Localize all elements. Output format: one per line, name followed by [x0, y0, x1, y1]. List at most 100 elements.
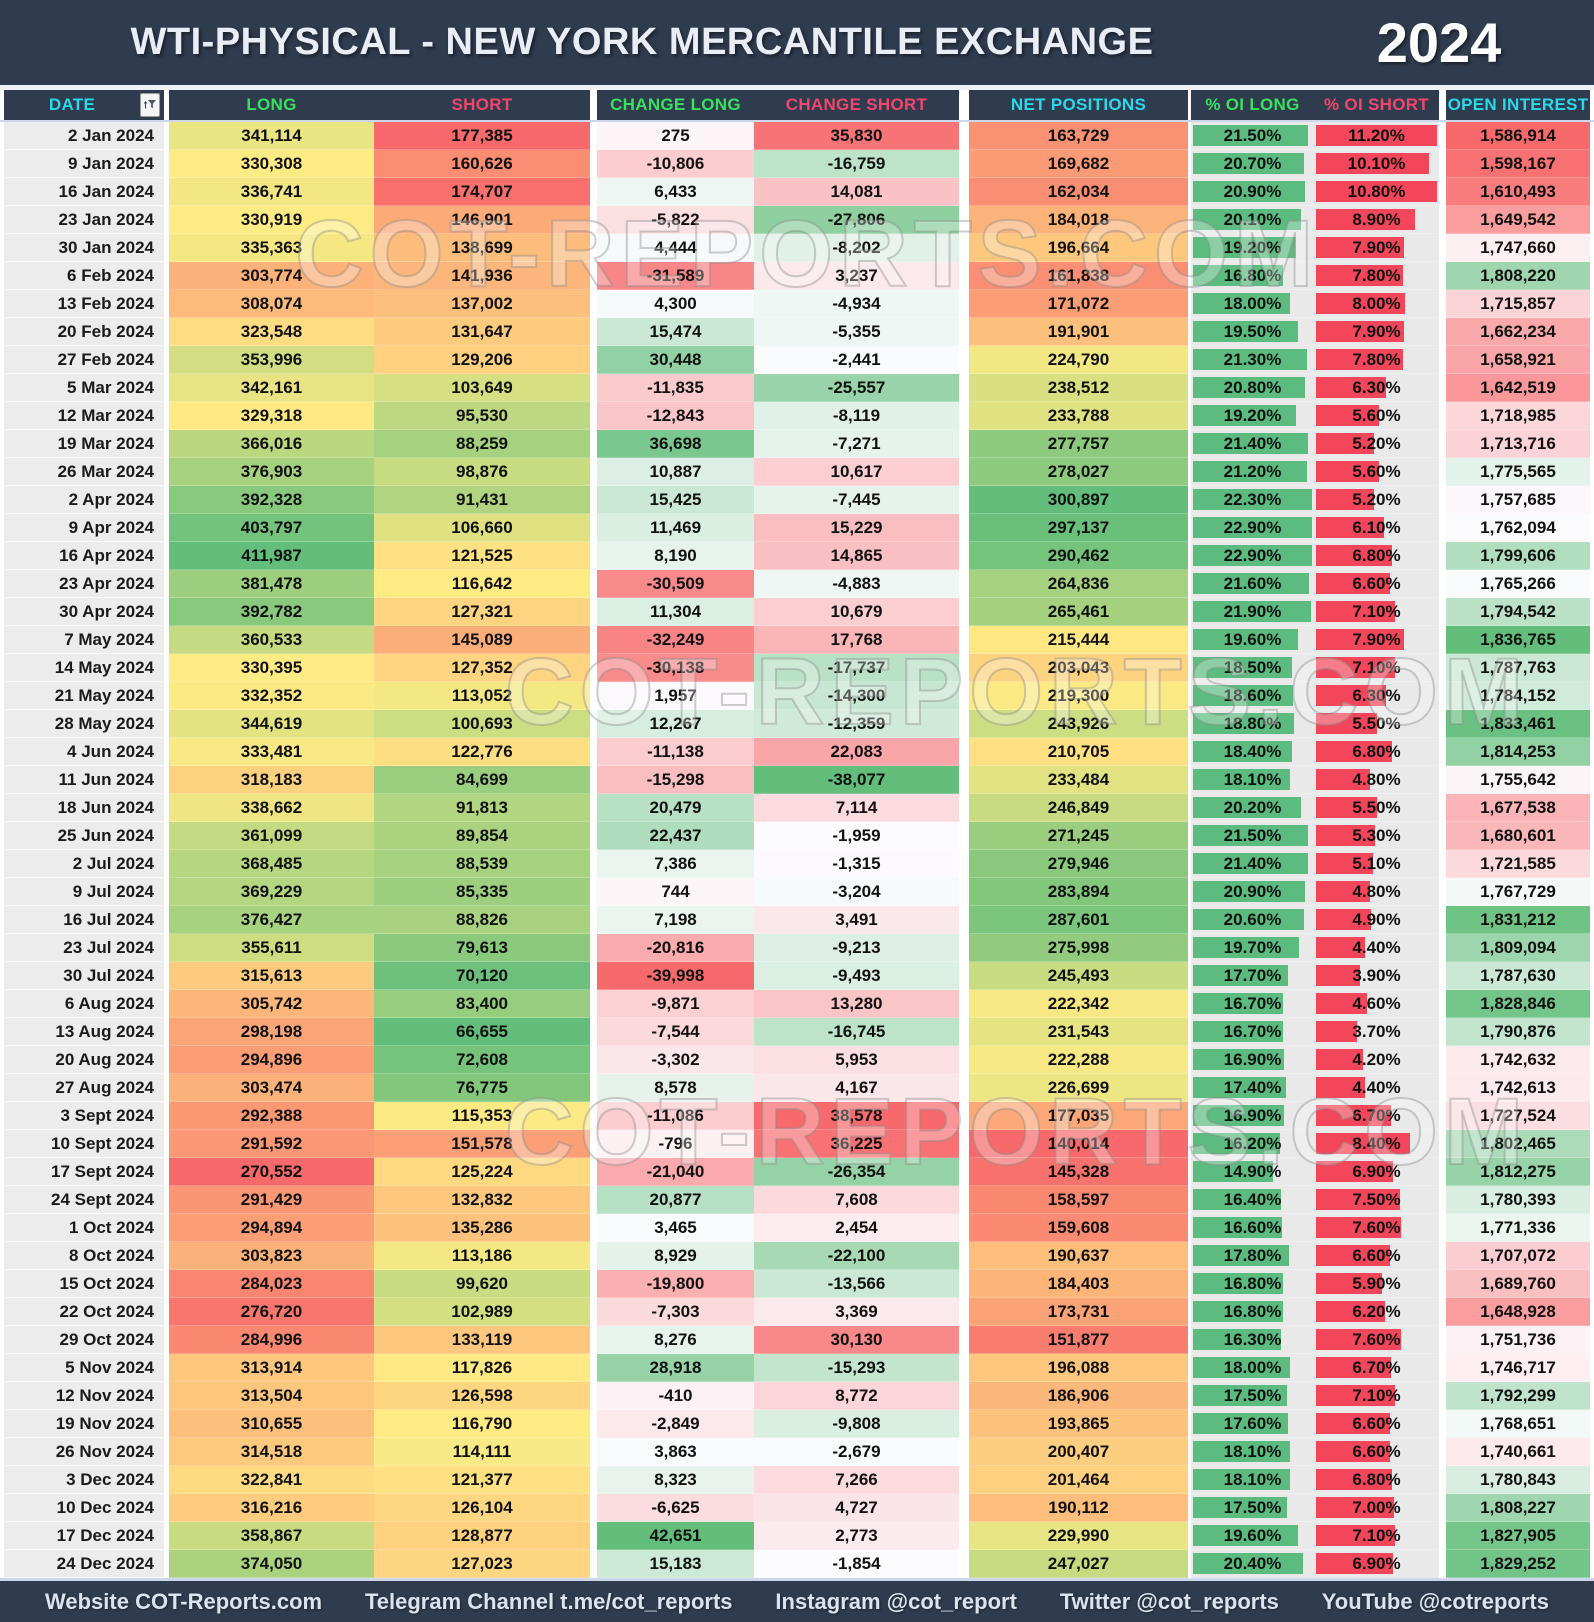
cell-change-long: 7,198: [597, 906, 754, 934]
cell-open-interest: 1,768,651: [1446, 1410, 1590, 1438]
cell-oi-long: 18.10%: [1191, 766, 1314, 794]
cell-change-short: -22,100: [754, 1242, 959, 1270]
column-gap: [590, 626, 597, 654]
cell-change-short: 8,772: [754, 1382, 959, 1410]
footer-telegram[interactable]: Telegram Channel t.me/cot_reports: [365, 1589, 733, 1615]
cell-date: 28 May 2024: [4, 710, 164, 738]
cell-short: 102,989: [374, 1298, 590, 1326]
cell-net-positions: 201,464: [969, 1466, 1188, 1494]
table-row: 1 Oct 2024 294,894 135,286 3,465 2,454 159,60…: [0, 1214, 1594, 1242]
cell-oi-short: 4.60%: [1314, 990, 1439, 1018]
cell-change-short: -7,271: [754, 430, 959, 458]
cell-long: 314,518: [169, 1438, 374, 1466]
cell-date: 17 Sept 2024: [4, 1158, 164, 1186]
cell-oi-long: 22.90%: [1191, 514, 1314, 542]
cell-open-interest: 1,765,266: [1446, 570, 1590, 598]
cell-oi-short: 7.10%: [1314, 654, 1439, 682]
footer-twitter[interactable]: Twitter @cot_reports: [1060, 1589, 1279, 1615]
cell-date: 2 Jul 2024: [4, 850, 164, 878]
cell-long: 360,533: [169, 626, 374, 654]
column-gap: [959, 1046, 969, 1074]
cell-open-interest: 1,802,465: [1446, 1130, 1590, 1158]
cell-change-long: 22,437: [597, 822, 754, 850]
cell-oi-long: 16.80%: [1191, 1298, 1314, 1326]
cell-open-interest: 1,746,717: [1446, 1354, 1590, 1382]
cell-net-positions: 210,705: [969, 738, 1188, 766]
cell-oi-short: 7.00%: [1314, 1494, 1439, 1522]
cell-change-long: -12,843: [597, 402, 754, 430]
cell-net-positions: 224,790: [969, 346, 1188, 374]
cell-long: 355,611: [169, 934, 374, 962]
table-row: 3 Sept 2024 292,388 115,353 -11,086 38,578 17…: [0, 1102, 1594, 1130]
column-gap: [590, 906, 597, 934]
footer-instagram[interactable]: Instagram @cot_report: [775, 1589, 1017, 1615]
column-gap: [590, 402, 597, 430]
column-gap: [959, 1102, 969, 1130]
table-row: 24 Dec 2024 374,050 127,023 15,183 -1,854 247…: [0, 1550, 1594, 1578]
footer-website[interactable]: Website COT-Reports.com: [45, 1589, 322, 1615]
cell-net-positions: 279,946: [969, 850, 1188, 878]
cell-date: 27 Feb 2024: [4, 346, 164, 374]
column-gap: [959, 626, 969, 654]
cell-net-positions: 297,137: [969, 514, 1188, 542]
cell-open-interest: 1,610,493: [1446, 178, 1590, 206]
cell-short: 95,530: [374, 402, 590, 430]
cell-change-short: 10,617: [754, 458, 959, 486]
cell-oi-long: 18.10%: [1191, 1466, 1314, 1494]
column-gap: [1439, 850, 1446, 878]
cell-change-short: -14,300: [754, 682, 959, 710]
cell-date: 16 Apr 2024: [4, 542, 164, 570]
table-row: 20 Aug 2024 294,896 72,608 -3,302 5,953 222,2…: [0, 1046, 1594, 1074]
column-gap: [1439, 1382, 1446, 1410]
cell-oi-short: 4.80%: [1314, 878, 1439, 906]
column-gap: [1439, 1214, 1446, 1242]
column-gap: [959, 318, 969, 346]
cell-change-short: -15,293: [754, 1354, 959, 1382]
table-row: 8 Oct 2024 303,823 113,186 8,929 -22,100 190,…: [0, 1242, 1594, 1270]
column-gap: [959, 822, 969, 850]
cell-oi-short: 6.60%: [1314, 1410, 1439, 1438]
cell-oi-short: 4.20%: [1314, 1046, 1439, 1074]
cell-long: 392,782: [169, 598, 374, 626]
footer-youtube[interactable]: YouTube @cotreports: [1322, 1589, 1549, 1615]
column-gap: [590, 738, 597, 766]
column-gap: [590, 1158, 597, 1186]
cell-long: 322,841: [169, 1466, 374, 1494]
cell-oi-long: 21.20%: [1191, 458, 1314, 486]
cell-oi-long: 16.90%: [1191, 1046, 1314, 1074]
cell-open-interest: 1,658,921: [1446, 346, 1590, 374]
cell-change-long: 15,183: [597, 1550, 754, 1578]
cell-oi-short: 7.90%: [1314, 234, 1439, 262]
cell-short: 128,877: [374, 1522, 590, 1550]
column-header-net-positions: NET POSITIONS: [1010, 95, 1147, 114]
column-gap: [590, 1270, 597, 1298]
cell-open-interest: 1,808,227: [1446, 1494, 1590, 1522]
header-box-net: NET POSITIONS: [969, 90, 1188, 120]
table-row: 26 Nov 2024 314,518 114,111 3,863 -2,679 200,…: [0, 1438, 1594, 1466]
cell-short: 113,186: [374, 1242, 590, 1270]
column-gap: [959, 794, 969, 822]
filter-button[interactable]: [140, 93, 160, 117]
cell-oi-short: 4.80%: [1314, 766, 1439, 794]
cell-short: 76,775: [374, 1074, 590, 1102]
cell-oi-short: 8.00%: [1314, 290, 1439, 318]
column-gap: [590, 1466, 597, 1494]
cell-net-positions: 145,328: [969, 1158, 1188, 1186]
cell-short: 84,699: [374, 766, 590, 794]
cell-change-long: -32,249: [597, 626, 754, 654]
table-row: 16 Apr 2024 411,987 121,525 8,190 14,865 290,…: [0, 542, 1594, 570]
cell-oi-long: 16.20%: [1191, 1130, 1314, 1158]
column-gap: [1439, 1018, 1446, 1046]
cell-long: 316,216: [169, 1494, 374, 1522]
column-gap: [959, 206, 969, 234]
column-gap: [959, 1298, 969, 1326]
column-gap: [590, 1438, 597, 1466]
cell-open-interest: 1,757,685: [1446, 486, 1590, 514]
cell-open-interest: 1,836,765: [1446, 626, 1590, 654]
cell-change-short: -7,445: [754, 486, 959, 514]
cell-net-positions: 290,462: [969, 542, 1188, 570]
table-row: 2 Jul 2024 368,485 88,539 7,386 -1,315 279,94…: [0, 850, 1594, 878]
column-gap: [959, 346, 969, 374]
cell-short: 88,539: [374, 850, 590, 878]
cell-net-positions: 278,027: [969, 458, 1188, 486]
